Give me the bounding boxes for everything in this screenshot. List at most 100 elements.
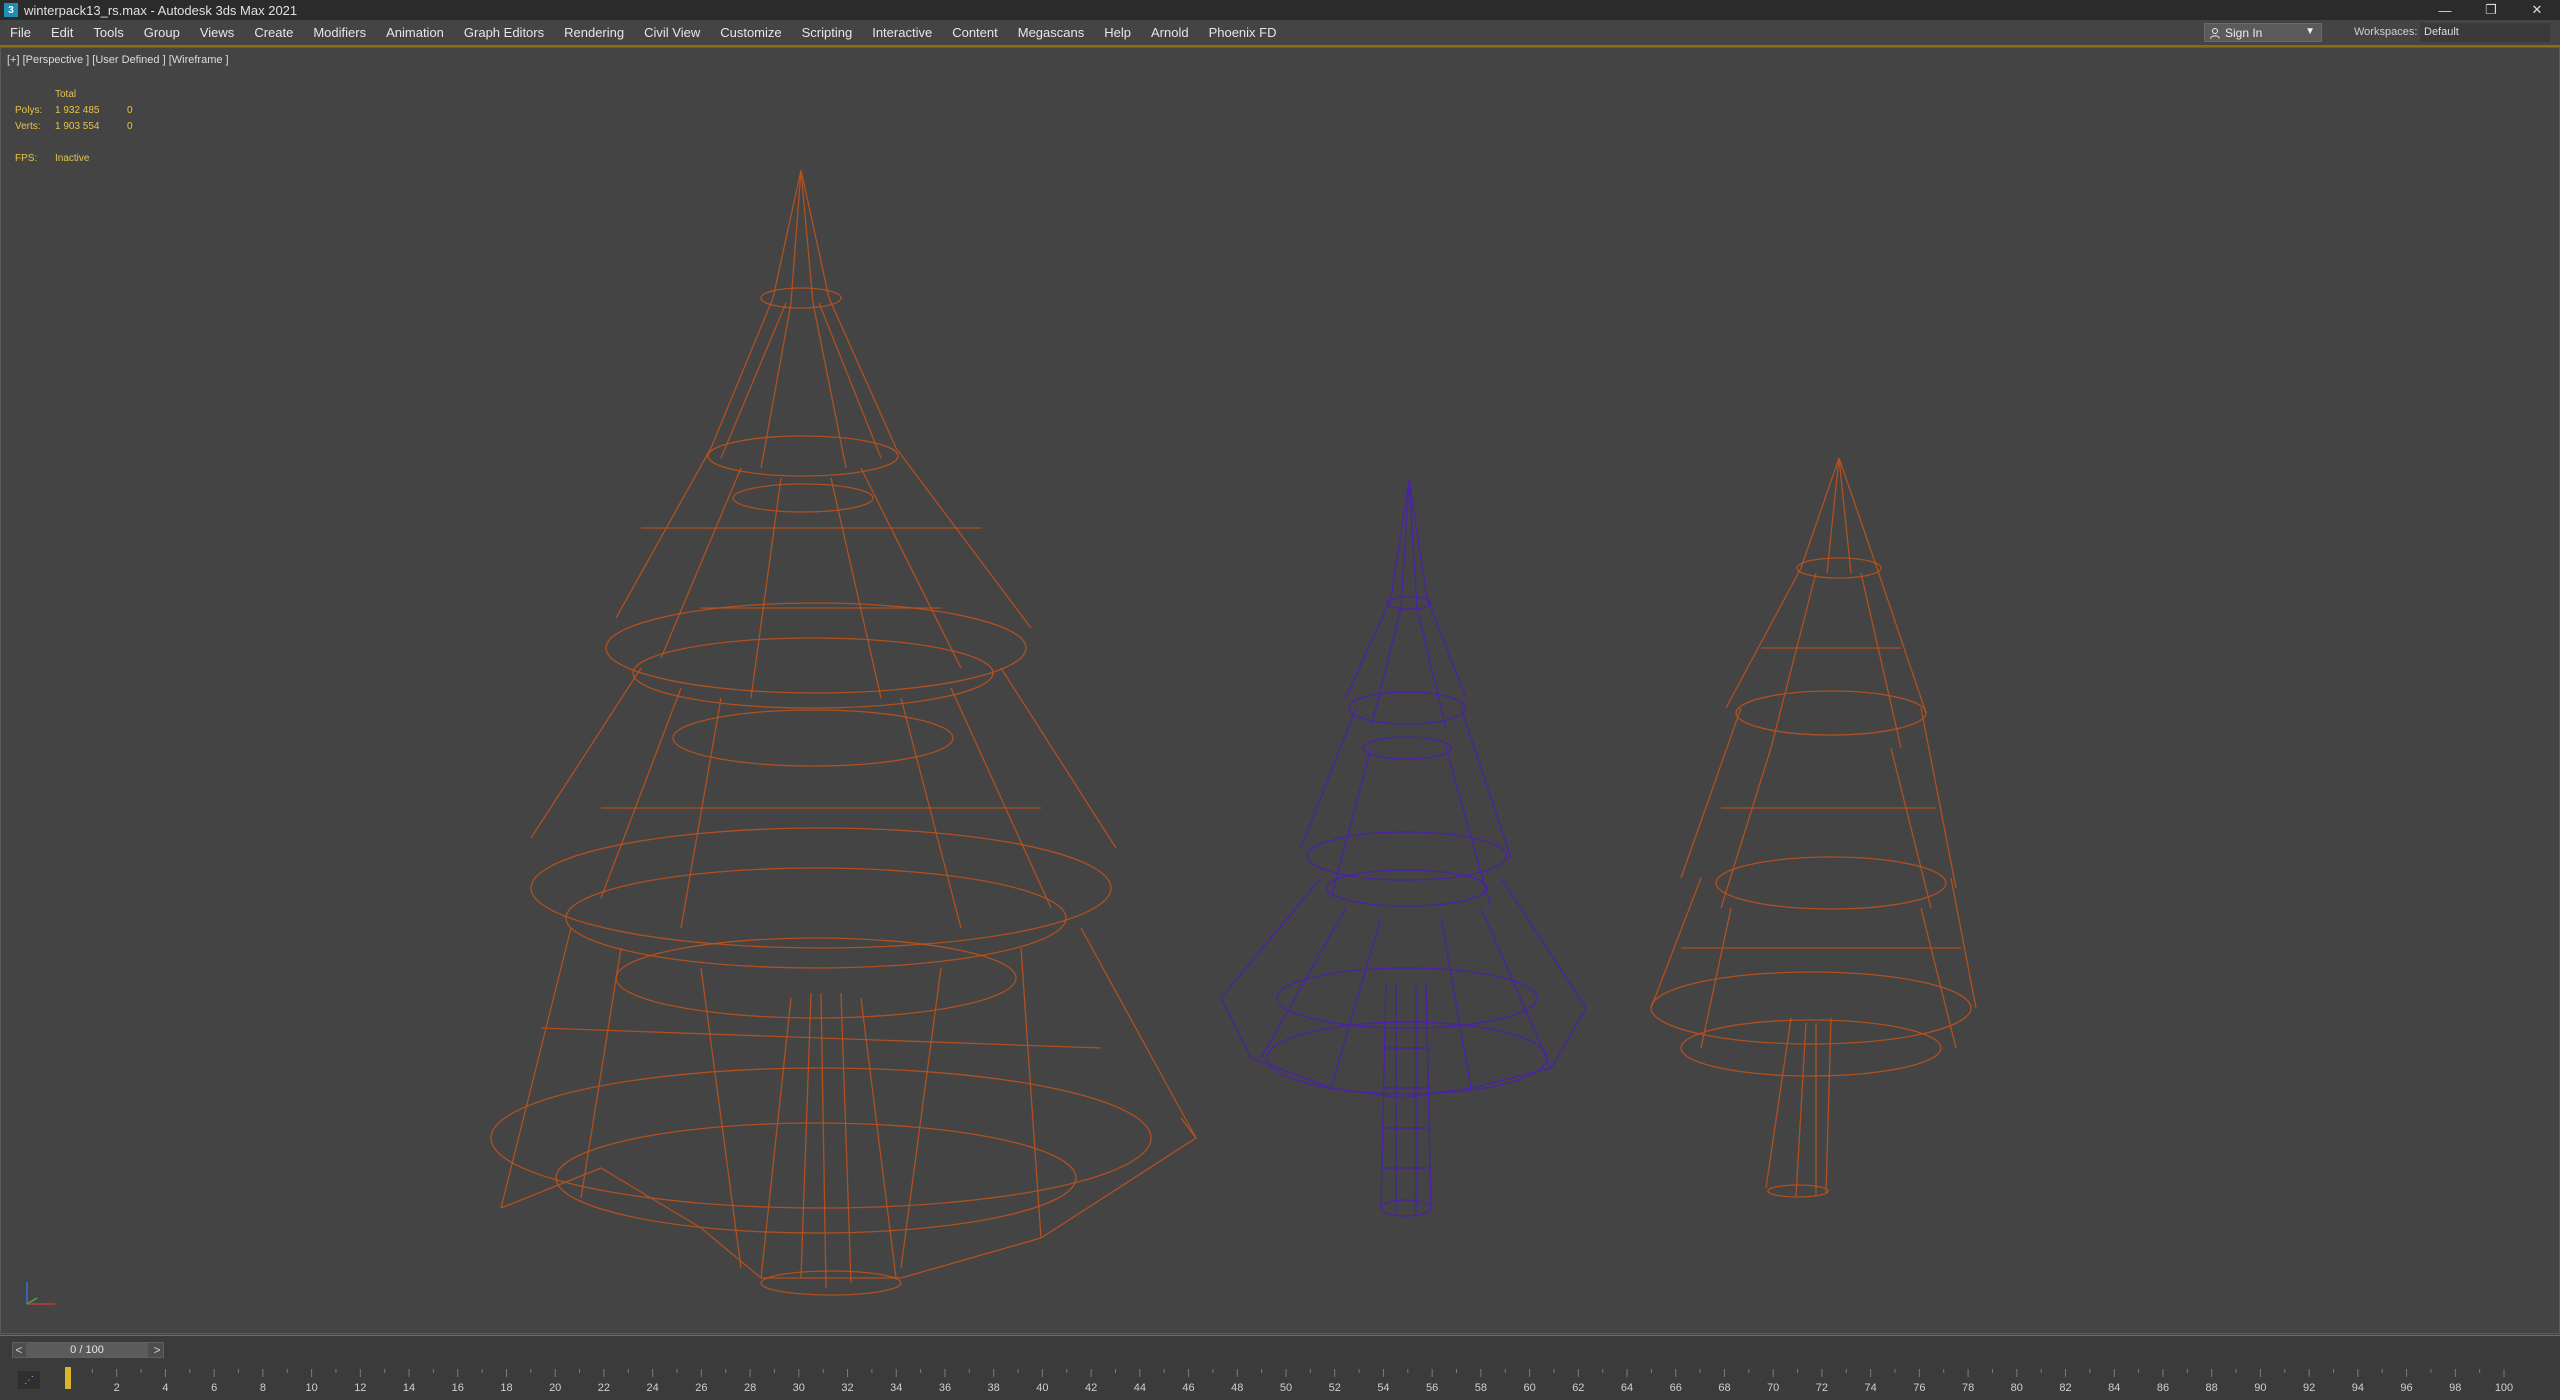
menu-customize[interactable]: Customize [710,20,791,45]
frame-tick-label: 74 [1865,1382,1877,1394]
frame-tick-label: 90 [2254,1382,2266,1394]
frame-tick-label: 64 [1621,1382,1633,1394]
frame-tick-label: 40 [1036,1382,1048,1394]
frame-tick-label: 18 [500,1382,512,1394]
menu-content[interactable]: Content [942,20,1008,45]
menu-animation[interactable]: Animation [376,20,454,45]
frame-tick-label: 76 [1913,1382,1925,1394]
frame-tick-label: 60 [1523,1382,1535,1394]
verts-total: 1 903 554 [55,120,100,132]
workspaces-dropdown[interactable]: Default [2420,23,2550,42]
menu-interactive[interactable]: Interactive [862,20,942,45]
next-frame-button[interactable]: > [150,1341,164,1359]
menu-megascans[interactable]: Megascans [1008,20,1094,45]
frame-tick-label: 54 [1377,1382,1389,1394]
window-title: winterpack13_rs.max - Autodesk 3ds Max 2… [24,2,298,18]
frame-tick-label: 58 [1475,1382,1487,1394]
frame-tick-label: 96 [2400,1382,2412,1394]
frame-tick-label: 84 [2108,1382,2120,1394]
frame-tick-label: 94 [2352,1382,2364,1394]
fps-value: Inactive [55,152,90,164]
scene-wireframe[interactable] [1,48,2559,1333]
frame-tick-label: 48 [1231,1382,1243,1394]
menu-help[interactable]: Help [1094,20,1141,45]
perspective-viewport[interactable]: [+] [Perspective ] [User Defined ] [Wire… [0,47,2560,1334]
menu-create[interactable]: Create [244,20,303,45]
scene-statistics: Total Polys: 1 932 485 0 Verts: 1 903 55… [15,86,147,166]
frame-tick-label: 86 [2157,1382,2169,1394]
frame-tick-label: 80 [2011,1382,2023,1394]
menu-group[interactable]: Group [134,20,190,45]
menu-file[interactable]: File [0,20,41,45]
axis-gizmo-icon [26,1282,55,1305]
menu-phoenix-fd[interactable]: Phoenix FD [1199,20,1287,45]
menu-civil-view[interactable]: Civil View [634,20,710,45]
frame-tick-label: 8 [260,1382,266,1394]
frame-indicator[interactable]: 0 / 100 [26,1343,148,1357]
close-button[interactable]: ✕ [2514,0,2560,20]
frame-tick-label: 52 [1329,1382,1341,1394]
frame-tick-label: 16 [452,1382,464,1394]
verts-selected: 0 [127,120,133,132]
track-bar[interactable]: ⋰ 2 4 6 8 10 12 14 16 18 20 22 24 26 28 30 32 34 36 38 40 42… [0,1365,2560,1400]
menu-rendering[interactable]: Rendering [554,20,634,45]
menu-views[interactable]: Views [190,20,244,45]
frame-tick-label: 98 [2449,1382,2461,1394]
restore-button[interactable]: ❐ [2468,0,2514,20]
frame-tick-label: 42 [1085,1382,1097,1394]
frame-tick-label: 50 [1280,1382,1292,1394]
menu-graph-editors[interactable]: Graph Editors [454,20,554,45]
menu-bar: File Edit Tools Group Views Create Modif… [0,20,2560,47]
tree-middle-selected[interactable] [1220,479,1587,1217]
frame-tick-label: 100 [2495,1382,2513,1394]
verts-label: Verts: [15,120,41,132]
current-frame-marker[interactable] [65,1367,71,1389]
time-slider[interactable]: < 0 / 100 > [0,1335,2560,1365]
frame-tick-label: 46 [1182,1382,1194,1394]
frame-tick-label: 30 [793,1382,805,1394]
menu-scripting[interactable]: Scripting [792,20,863,45]
frame-tick-label: 28 [744,1382,756,1394]
tree-right[interactable] [1650,457,1977,1198]
frame-tick-label: 12 [354,1382,366,1394]
polys-total: 1 932 485 [55,104,100,116]
workspaces-label: Workspaces: [2354,26,2418,38]
menu-tools[interactable]: Tools [83,20,133,45]
sign-in-label: Sign In [2225,25,2263,40]
prev-frame-button[interactable]: < [12,1341,26,1359]
frame-tick-label: 36 [939,1382,951,1394]
frame-tick-label: 66 [1670,1382,1682,1394]
chevron-down-icon: ▼ [2305,26,2315,37]
stats-header: Total [55,88,77,100]
frame-tick-label: 20 [549,1382,561,1394]
frame-tick-label: 38 [988,1382,1000,1394]
frame-tick-label: 62 [1572,1382,1584,1394]
frame-tick-label: 92 [2303,1382,2315,1394]
frame-tick-label: 2 [114,1382,120,1394]
frame-tick-label: 44 [1134,1382,1146,1394]
frame-tick-label: 70 [1767,1382,1779,1394]
viewport-label[interactable]: [+] [Perspective ] [User Defined ] [Wire… [7,54,229,66]
frame-tick-label: 88 [2206,1382,2218,1394]
frame-tick-label: 34 [890,1382,902,1394]
minimize-button[interactable]: — [2422,0,2468,20]
frame-tick-label: 82 [2059,1382,2071,1394]
menu-modifiers[interactable]: Modifiers [303,20,376,45]
user-icon [2210,27,2220,39]
fps-label: FPS: [15,152,38,164]
menu-arnold[interactable]: Arnold [1141,20,1199,45]
frame-tick-label: 24 [647,1382,659,1394]
window-controls: — ❐ ✕ [2422,0,2560,20]
frame-tick-label: 56 [1426,1382,1438,1394]
title-bar: 3 winterpack13_rs.max - Autodesk 3ds Max… [0,0,2560,20]
app-icon: 3 [4,3,18,17]
tree-large[interactable] [490,169,1197,1296]
sign-in-dropdown[interactable]: Sign In ▼ [2204,23,2322,42]
frame-tick-label: 78 [1962,1382,1974,1394]
frame-tick-label: 26 [695,1382,707,1394]
menu-edit[interactable]: Edit [41,20,83,45]
polys-label: Polys: [15,104,43,116]
frame-tick-label: 32 [841,1382,853,1394]
frame-ruler[interactable]: 2 4 6 8 10 12 14 16 18 20 22 24 26 28 30 32 34 36 38 40 42 44… [0,1365,2560,1400]
frame-tick-label: 4 [162,1382,168,1394]
